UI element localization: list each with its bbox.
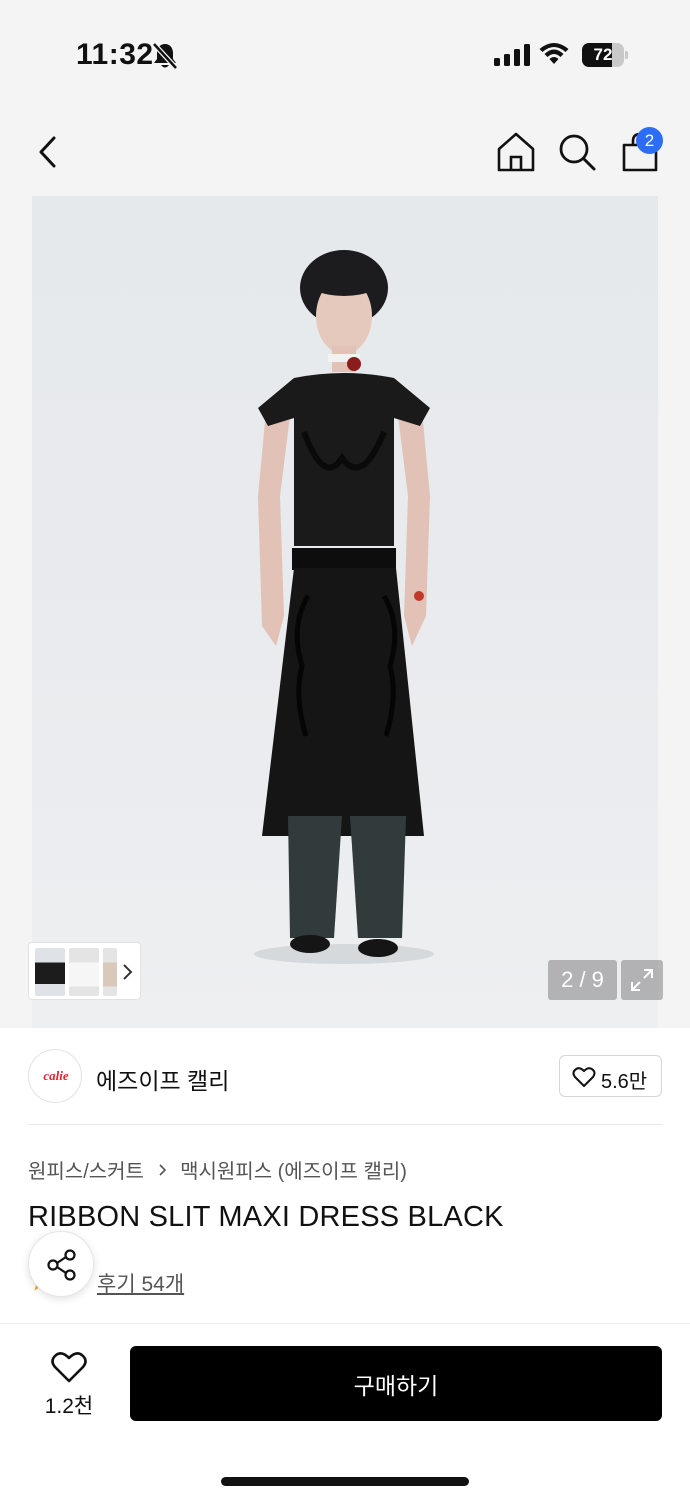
breadcrumb-subcategory[interactable]: 맥시원피스 (에즈이프 캘리)	[180, 1161, 407, 1183]
bell-slash-icon	[152, 42, 178, 70]
brand-logo-text: calie	[43, 1068, 69, 1083]
brand-logo[interactable]: calie	[28, 1049, 82, 1103]
breadcrumb: 원피스/스커트 맥시원피스 (에즈이프 캘리)	[28, 1155, 407, 1184]
brand-like-count: 5.6만	[601, 1071, 648, 1093]
home-indicator	[221, 1477, 469, 1486]
search-icon	[559, 134, 596, 171]
chevron-left-icon	[39, 136, 56, 168]
search-button[interactable]	[556, 130, 598, 174]
home-button[interactable]	[494, 130, 538, 174]
buy-button[interactable]: 구매하기	[130, 1346, 662, 1421]
thumbnail-1[interactable]	[35, 948, 65, 996]
product-photo	[254, 250, 434, 964]
battery-body: 72	[582, 43, 624, 67]
image-counter: 2 / 9	[548, 960, 617, 1000]
heart-icon	[51, 1352, 87, 1383]
signal-icon	[494, 44, 530, 66]
status-time: 11:32	[76, 38, 154, 71]
chevron-right-icon	[123, 964, 133, 980]
thumbnail-2[interactable]	[69, 948, 99, 996]
battery-icon: 72	[582, 43, 628, 67]
expand-icon	[631, 969, 653, 991]
home-icon	[497, 132, 535, 172]
brand-name[interactable]: 에즈이프 캘리	[96, 1062, 229, 1096]
back-button[interactable]	[30, 130, 70, 174]
wish-count: 1.2천	[44, 1395, 94, 1418]
chevron-right-icon	[158, 1164, 166, 1176]
product-image[interactable]	[32, 196, 658, 1028]
brand-like-button[interactable]: 5.6만	[559, 1055, 662, 1097]
review-link[interactable]: 후기 54개	[97, 1268, 184, 1298]
bottom-bar-divider	[0, 1323, 690, 1324]
wifi-icon	[539, 43, 569, 64]
divider	[28, 1124, 662, 1125]
thumbnail-3[interactable]	[103, 948, 117, 996]
heart-icon	[572, 1067, 596, 1087]
wish-button[interactable]: 1.2천	[30, 1346, 108, 1422]
expand-button[interactable]	[621, 960, 663, 1000]
share-icon	[47, 1249, 76, 1281]
product-title: RIBBON SLIT MAXI DRESS BLACK	[28, 1201, 504, 1233]
thumbnail-strip[interactable]	[28, 942, 141, 1000]
battery-text: 72	[593, 45, 613, 64]
battery-tip	[625, 51, 628, 59]
cart-badge: 2	[636, 127, 663, 154]
share-button[interactable]	[28, 1231, 94, 1297]
breadcrumb-category[interactable]: 원피스/스커트	[28, 1161, 144, 1183]
